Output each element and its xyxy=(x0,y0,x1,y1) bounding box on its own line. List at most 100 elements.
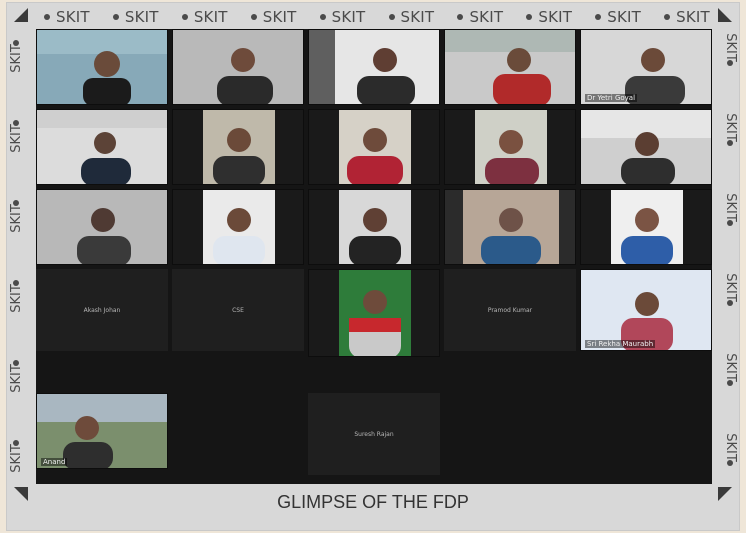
participant-video-thumbnail xyxy=(173,190,303,264)
video-tile-r5c1[interactable]: Anand xyxy=(36,393,168,469)
brand-text: SKIT xyxy=(8,44,24,73)
brand-token: SKIT xyxy=(44,8,90,26)
participant-video-thumbnail xyxy=(581,190,711,264)
brand-text: SKIT xyxy=(262,8,297,26)
participant-name-label: Anand xyxy=(41,458,68,466)
video-tile-r2c3[interactable] xyxy=(308,109,440,185)
brand-token: SKIT xyxy=(2,40,31,73)
video-tile-r4c5[interactable]: Sri Rekha Maurabh xyxy=(580,269,712,351)
video-tile-r3c2[interactable] xyxy=(172,189,304,265)
brand-text: SKIT xyxy=(8,284,24,313)
participant-video-thumbnail xyxy=(37,30,167,104)
brand-text: SKIT xyxy=(193,8,228,26)
video-tile-r4c3[interactable] xyxy=(308,269,440,357)
brand-token: SKIT xyxy=(2,280,31,313)
video-tile-r2c2[interactable] xyxy=(172,109,304,185)
participant-video-thumbnail xyxy=(309,30,439,104)
brand-text: SKIT xyxy=(8,444,24,473)
brand-text: SKIT xyxy=(722,193,738,222)
bullet-dot-icon xyxy=(595,14,602,20)
video-tile-r2c5[interactable] xyxy=(580,109,712,185)
brand-token: SKIT xyxy=(2,360,31,393)
participant-video-thumbnail xyxy=(37,110,167,184)
brand-token: SKIT xyxy=(2,440,31,473)
brand-text: SKIT xyxy=(469,8,504,26)
bullet-dot-icon xyxy=(664,14,671,20)
brand-token: SKIT xyxy=(526,8,572,26)
video-tile-r1c3[interactable] xyxy=(308,29,440,105)
participant-video-thumbnail xyxy=(309,270,439,356)
participant-video-thumbnail xyxy=(37,190,167,264)
participant-name-label: CSE xyxy=(232,306,244,314)
brand-token: SKIT xyxy=(716,193,745,226)
participant-video-thumbnail xyxy=(445,110,575,184)
video-tile-r2c1[interactable] xyxy=(36,109,168,185)
brand-token: SKIT xyxy=(457,8,503,26)
brand-token: SKIT xyxy=(112,8,159,26)
brand-token: SKIT xyxy=(716,273,745,306)
brand-text: SKIT xyxy=(8,124,24,153)
participant-name-label: Akash Johan xyxy=(83,306,121,314)
brand-token: SKIT xyxy=(664,8,710,26)
bullet-dot-icon xyxy=(388,14,395,20)
bullet-dot-icon xyxy=(181,14,188,20)
participant-video-thumbnail xyxy=(309,110,439,184)
brand-text: SKIT xyxy=(400,8,435,26)
brand-text: SKIT xyxy=(676,8,710,26)
brand-token: SKIT xyxy=(2,200,31,233)
video-tile-r1c2[interactable] xyxy=(172,29,304,105)
brand-text: SKIT xyxy=(722,33,738,62)
brand-token: SKIT xyxy=(716,33,745,66)
participant-video-thumbnail xyxy=(581,270,711,350)
brand-text: SKIT xyxy=(607,8,641,26)
brand-text: SKIT xyxy=(8,204,24,233)
participant-name-label: Suresh Rajan xyxy=(354,430,394,438)
brand-text: SKIT xyxy=(722,433,738,462)
brand-text: SKIT xyxy=(8,364,24,393)
bullet-dot-icon xyxy=(44,14,50,20)
participant-video-thumbnail xyxy=(445,30,575,104)
brand-token: SKIT xyxy=(716,433,745,466)
corner-top-left-icon xyxy=(14,8,28,22)
bullet-dot-icon xyxy=(526,14,533,20)
video-tile-r3c4[interactable] xyxy=(444,189,576,265)
participant-name-label: Pramod Kumar xyxy=(487,306,533,314)
bullet-dot-icon xyxy=(319,14,326,20)
video-tile-r1c1[interactable] xyxy=(36,29,168,105)
bullet-dot-icon xyxy=(112,14,119,20)
brand-token: SKIT xyxy=(181,8,228,26)
participant-video-thumbnail xyxy=(309,190,439,264)
video-tile-r1c4[interactable] xyxy=(444,29,576,105)
bullet-dot-icon xyxy=(250,14,257,20)
left-brand-band: SKIT SKIT SKIT SKIT SKIT SKIT xyxy=(2,40,31,473)
participant-name-label: Dr Yetri Goyal xyxy=(585,94,638,102)
page-caption: GLIMPSE OF THE FDP xyxy=(277,492,469,512)
participant-video-thumbnail xyxy=(581,110,711,184)
video-tile-r3c5[interactable] xyxy=(580,189,712,265)
top-brand-band: SKIT SKIT SKIT SKIT SKIT SKIT SKIT SKIT … xyxy=(44,5,710,29)
brand-token: SKIT xyxy=(2,120,31,153)
video-tile-r5c3[interactable]: Suresh Rajan xyxy=(308,393,440,475)
page-frame: SKIT SKIT SKIT SKIT SKIT SKIT SKIT SKIT … xyxy=(0,0,746,533)
video-meeting-grid: Dr Yetri Goyal Akash Johan CSE Pramod Ku… xyxy=(36,29,712,484)
brand-text: SKIT xyxy=(722,273,738,302)
participant-video-thumbnail xyxy=(173,30,303,104)
video-tile-r4c4[interactable]: Pramod Kumar xyxy=(444,269,576,351)
video-tile-r4c2[interactable]: CSE xyxy=(172,269,304,351)
brand-text: SKIT xyxy=(124,8,159,26)
brand-token: SKIT xyxy=(716,353,745,386)
video-tile-r3c1[interactable] xyxy=(36,189,168,265)
right-brand-band: SKIT SKIT SKIT SKIT SKIT SKIT xyxy=(716,33,745,466)
participant-name-label: Sri Rekha Maurabh xyxy=(585,340,656,348)
video-tile-r1c5[interactable]: Dr Yetri Goyal xyxy=(580,29,712,105)
video-tile-r3c3[interactable] xyxy=(308,189,440,265)
bullet-dot-icon xyxy=(457,14,464,20)
brand-text: SKIT xyxy=(56,8,90,26)
brand-token: SKIT xyxy=(716,113,745,146)
brand-token: SKIT xyxy=(388,8,435,26)
brand-text: SKIT xyxy=(538,8,573,26)
video-tile-r4c1[interactable]: Akash Johan xyxy=(36,269,168,351)
brand-token: SKIT xyxy=(250,8,297,26)
brand-text: SKIT xyxy=(722,113,738,142)
video-tile-r2c4[interactable] xyxy=(444,109,576,185)
